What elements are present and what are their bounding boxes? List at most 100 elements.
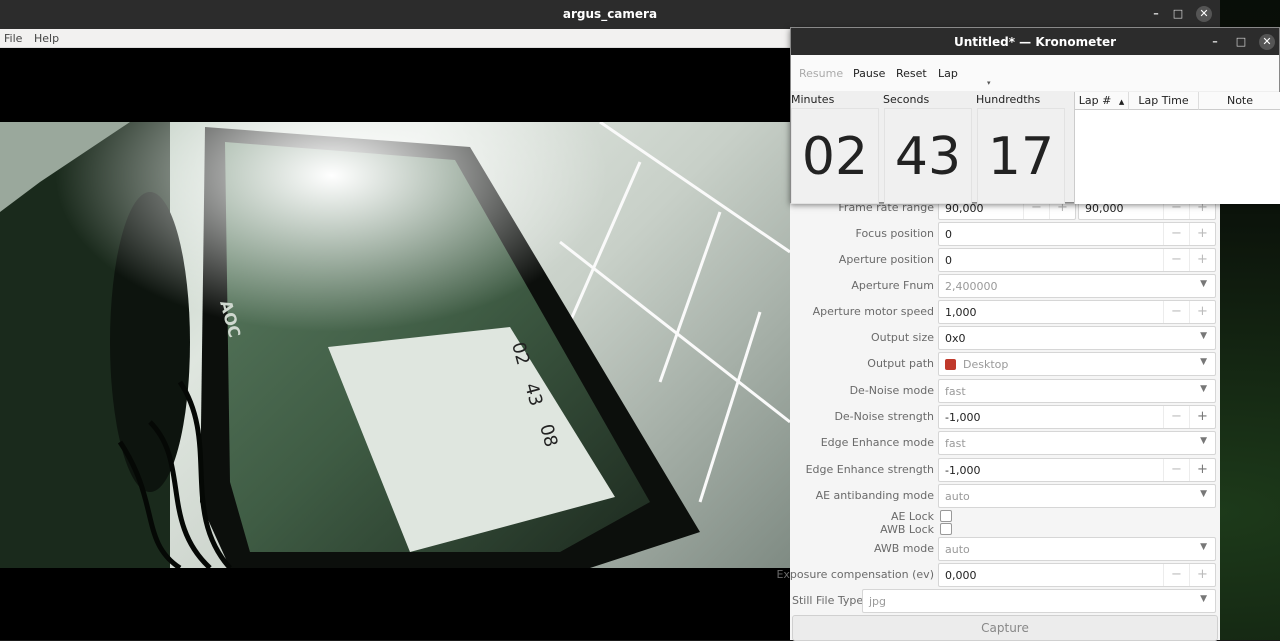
- maximize-button[interactable]: □: [1170, 6, 1186, 22]
- chevron-down-icon: ▼: [1200, 594, 1207, 604]
- close-button[interactable]: ✕: [1196, 6, 1212, 22]
- increment-button[interactable]: +: [1189, 223, 1215, 245]
- aperture-motor-speed-row: Aperture motor speed 1,000 − +: [790, 299, 1220, 325]
- resume-button[interactable]: Resume: [799, 67, 843, 80]
- decrement-button[interactable]: −: [1163, 301, 1189, 323]
- folder-icon: [945, 359, 956, 370]
- awb-mode-row: AWB mode auto ▼: [790, 536, 1220, 562]
- edge-enhance-mode-value: fast: [945, 437, 966, 450]
- increment-button[interactable]: +: [1189, 249, 1215, 271]
- minimize-button[interactable]: –: [1207, 34, 1223, 50]
- output-path-value: Desktop: [963, 358, 1009, 371]
- denoise-mode-value: fast: [945, 385, 966, 398]
- maximize-button[interactable]: □: [1233, 34, 1249, 50]
- ae-antibanding-mode-dropdown[interactable]: auto ▼: [938, 484, 1216, 508]
- edge-enhance-strength-label: Edge Enhance strength: [805, 463, 934, 476]
- seconds-label: Seconds: [883, 93, 930, 106]
- aperture-motor-speed-spinbox[interactable]: 1,000 − +: [938, 300, 1216, 324]
- ae-lock-checkbox[interactable]: [940, 510, 952, 522]
- increment-button[interactable]: +: [1189, 459, 1215, 481]
- decrement-button[interactable]: −: [1163, 564, 1189, 586]
- ae-lock-row: AE Lock: [790, 509, 1220, 523]
- ae-antibanding-mode-row: AE antibanding mode auto ▼: [790, 483, 1220, 509]
- close-button[interactable]: ✕: [1259, 34, 1275, 50]
- denoise-mode-dropdown[interactable]: fast ▼: [938, 379, 1216, 403]
- still-file-type-label: Still File Type: [792, 594, 864, 607]
- awb-mode-dropdown[interactable]: auto ▼: [938, 537, 1216, 561]
- chevron-down-icon: ▼: [1200, 357, 1207, 367]
- awb-lock-label: AWB Lock: [880, 523, 934, 536]
- chevron-down-icon: ▼: [1200, 331, 1207, 341]
- camera-frame: AOC 02 43 08: [0, 122, 790, 568]
- aperture-position-spinbox[interactable]: 0 − +: [938, 248, 1216, 272]
- lap-number-column-header[interactable]: Lap # ▲: [1075, 92, 1129, 110]
- reset-button[interactable]: Reset: [896, 67, 927, 80]
- window-title: argus_camera: [562, 7, 658, 21]
- note-column-header[interactable]: Note: [1199, 92, 1280, 110]
- focus-position-spinbox[interactable]: 0 − +: [938, 222, 1216, 246]
- output-path-label: Output path: [867, 357, 934, 370]
- window-title: Untitled* — Kronometer: [953, 35, 1117, 49]
- output-path-dropdown[interactable]: Desktop ▼: [938, 352, 1216, 376]
- increment-button[interactable]: +: [1189, 564, 1215, 586]
- output-size-dropdown[interactable]: 0x0 ▼: [938, 326, 1216, 350]
- toolbar-overflow-icon[interactable]: ▾: [987, 79, 991, 87]
- decrement-button[interactable]: −: [1163, 249, 1189, 271]
- lap-time-column-header[interactable]: Lap Time: [1129, 92, 1199, 110]
- ae-antibanding-mode-value: auto: [945, 490, 970, 503]
- hundredths-label: Hundredths: [976, 93, 1041, 106]
- aperture-fnum-value: 2,400000: [945, 280, 998, 293]
- ae-lock-label: AE Lock: [890, 510, 934, 523]
- argus-titlebar[interactable]: argus_camera – □ ✕: [0, 0, 1220, 29]
- edge-enhance-mode-dropdown[interactable]: fast ▼: [938, 431, 1216, 455]
- still-file-type-dropdown[interactable]: jpg ▼: [862, 589, 1216, 613]
- kronometer-window: Untitled* — Kronometer – □ ✕ Resume Paus…: [790, 27, 1280, 204]
- seconds-display: 43: [884, 108, 972, 204]
- awb-lock-checkbox[interactable]: [940, 523, 952, 535]
- aperture-fnum-label: Aperture Fnum: [851, 279, 934, 292]
- kronometer-titlebar[interactable]: Untitled* — Kronometer – □ ✕: [791, 28, 1279, 55]
- exposure-compensation-label: Exposure compensation (ev): [776, 568, 934, 581]
- camera-scene: AOC 02 43 08: [0, 122, 790, 568]
- awb-mode-value: auto: [945, 543, 970, 556]
- menu-file[interactable]: File: [4, 32, 22, 45]
- denoise-mode-row: De-Noise mode fast ▼: [790, 378, 1220, 404]
- decrement-button[interactable]: −: [1163, 459, 1189, 481]
- decrement-button[interactable]: −: [1163, 223, 1189, 245]
- focus-position-value: 0: [945, 228, 952, 241]
- increment-button[interactable]: +: [1189, 406, 1215, 428]
- edge-enhance-strength-value: -1,000: [945, 464, 981, 477]
- sort-ascending-icon: ▲: [1118, 98, 1125, 106]
- edge-enhance-mode-row: Edge Enhance mode fast ▼: [790, 430, 1220, 456]
- chevron-down-icon: ▼: [1200, 542, 1207, 552]
- exposure-compensation-spinbox[interactable]: 0,000 − +: [938, 563, 1216, 587]
- hundredths-display: 17: [977, 108, 1065, 204]
- aperture-position-row: Aperture position 0 − +: [790, 247, 1220, 273]
- aperture-fnum-dropdown[interactable]: 2,400000 ▼: [938, 274, 1216, 298]
- capture-button[interactable]: Capture: [792, 615, 1218, 641]
- camera-preview: AOC 02 43 08: [0, 48, 790, 640]
- increment-button[interactable]: +: [1189, 301, 1215, 323]
- aperture-position-label: Aperture position: [838, 253, 934, 266]
- edge-enhance-strength-spinbox[interactable]: -1,000 − +: [938, 458, 1216, 482]
- still-file-type-row: Still File Type jpg ▼: [790, 588, 1220, 614]
- decrement-button[interactable]: −: [1163, 406, 1189, 428]
- exposure-compensation-row: Exposure compensation (ev) 0,000 − +: [776, 562, 1220, 588]
- minutes-display: 02: [791, 108, 879, 204]
- output-size-row: Output size 0x0 ▼: [790, 325, 1220, 351]
- focus-position-row: Focus position 0 − +: [790, 221, 1220, 247]
- still-file-type-value: jpg: [869, 595, 887, 608]
- lap-button[interactable]: Lap: [938, 67, 958, 80]
- output-size-value: 0x0: [945, 332, 966, 345]
- minimize-button[interactable]: –: [1148, 6, 1164, 22]
- focus-position-label: Focus position: [855, 227, 934, 240]
- menu-help[interactable]: Help: [34, 32, 59, 45]
- edge-enhance-strength-row: Edge Enhance strength -1,000 − +: [790, 457, 1220, 483]
- lap-table[interactable]: Lap # ▲ Lap Time Note: [1074, 92, 1280, 204]
- chevron-down-icon: ▼: [1200, 436, 1207, 446]
- minutes-label: Minutes: [791, 93, 835, 106]
- denoise-strength-spinbox[interactable]: -1,000 − +: [938, 405, 1216, 429]
- denoise-mode-label: De-Noise mode: [849, 384, 934, 397]
- pause-button[interactable]: Pause: [853, 67, 885, 80]
- aperture-motor-speed-label: Aperture motor speed: [812, 305, 934, 318]
